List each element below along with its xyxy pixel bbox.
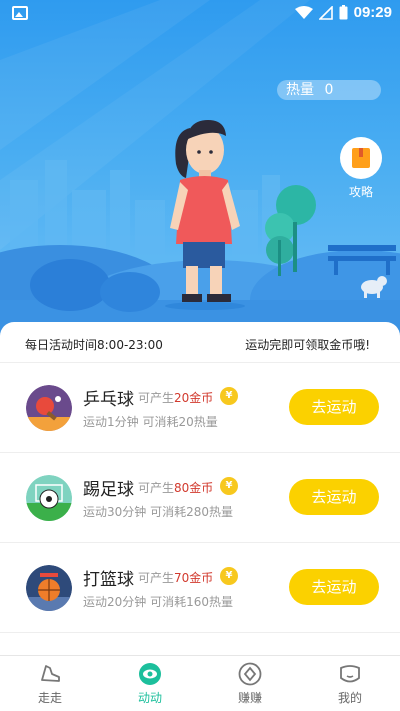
list-divider bbox=[0, 632, 400, 655]
go-exercise-button[interactable]: 去运动 bbox=[289, 479, 379, 515]
wifi-icon bbox=[294, 5, 313, 19]
activity-row-pingpong: 乒乓球 可产生20金币 ¥ 运动1分钟 可消耗20热量 去运动 bbox=[0, 362, 400, 452]
nav-item-earn[interactable]: 赚赚 bbox=[200, 656, 300, 711]
basketball-icon bbox=[26, 565, 72, 611]
nav-label: 走走 bbox=[37, 691, 62, 705]
activity-name: 打篮球 bbox=[83, 570, 134, 590]
bottom-nav: 走走 动动 赚赚 我的 bbox=[0, 655, 400, 711]
heat-counter: 热量 0 bbox=[277, 80, 381, 100]
activity-earn: 可产生80金币 bbox=[138, 481, 214, 495]
guide-label[interactable]: 攻略 bbox=[340, 183, 382, 200]
status-bar: 09:29 bbox=[0, 0, 400, 28]
activity-earn: 可产生20金币 bbox=[138, 391, 214, 405]
football-icon bbox=[26, 475, 72, 521]
heat-label: 热量 bbox=[286, 82, 314, 98]
reward-hint: 运动完即可领取金币哦! bbox=[245, 338, 370, 352]
activity-earn: 可产生70金币 bbox=[138, 571, 214, 585]
hero-banner: 09:29 热量 0 攻略 bbox=[0, 0, 400, 340]
nav-item-move[interactable]: 动动 bbox=[100, 656, 200, 711]
coin-icon: ¥ bbox=[220, 387, 238, 405]
go-exercise-button[interactable]: 去运动 bbox=[289, 569, 379, 605]
activity-name: 踢足球 bbox=[83, 480, 134, 500]
hero-illustration bbox=[0, 0, 400, 340]
info-row: 每日活动时间8:00-23:00 运动完即可领取金币哦! bbox=[0, 322, 400, 364]
activity-row-basketball: 打篮球 可产生70金币 ¥ 运动20分钟 可消耗160热量 去运动 bbox=[0, 542, 400, 632]
guide-button[interactable] bbox=[340, 137, 382, 179]
go-exercise-button[interactable]: 去运动 bbox=[289, 389, 379, 425]
activity-card: 每日活动时间8:00-23:00 运动完即可领取金币哦! 乒乓球 可产生20金币… bbox=[0, 322, 400, 655]
heat-value: 0 bbox=[324, 82, 334, 98]
nav-label: 动动 bbox=[137, 691, 162, 705]
gallery-icon bbox=[12, 6, 28, 20]
face-icon bbox=[340, 665, 360, 683]
pingpong-icon bbox=[26, 385, 72, 431]
battery-icon bbox=[339, 5, 348, 20]
status-time: 09:29 bbox=[353, 4, 392, 21]
eye-icon bbox=[139, 663, 161, 685]
nav-item-walk[interactable]: 走走 bbox=[0, 656, 100, 711]
activity-hours: 每日活动时间8:00-23:00 bbox=[25, 338, 163, 352]
nav-label: 赚赚 bbox=[237, 691, 262, 705]
activity-desc: 运动30分钟 可消耗280热量 bbox=[83, 505, 233, 519]
coin-icon: ¥ bbox=[220, 567, 238, 585]
activity-name: 乒乓球 bbox=[83, 390, 134, 410]
activity-row-football: 踢足球 可产生80金币 ¥ 运动30分钟 可消耗280热量 去运动 bbox=[0, 452, 400, 542]
activity-desc: 运动1分钟 可消耗20热量 bbox=[83, 415, 218, 429]
shoe-icon bbox=[41, 665, 60, 682]
diamond-icon bbox=[238, 662, 262, 686]
signal-icon bbox=[318, 5, 333, 20]
nav-item-mine[interactable]: 我的 bbox=[300, 656, 400, 711]
book-icon bbox=[352, 148, 370, 168]
activity-desc: 运动20分钟 可消耗160热量 bbox=[83, 595, 233, 609]
nav-label: 我的 bbox=[337, 691, 362, 705]
coin-icon: ¥ bbox=[220, 477, 238, 495]
